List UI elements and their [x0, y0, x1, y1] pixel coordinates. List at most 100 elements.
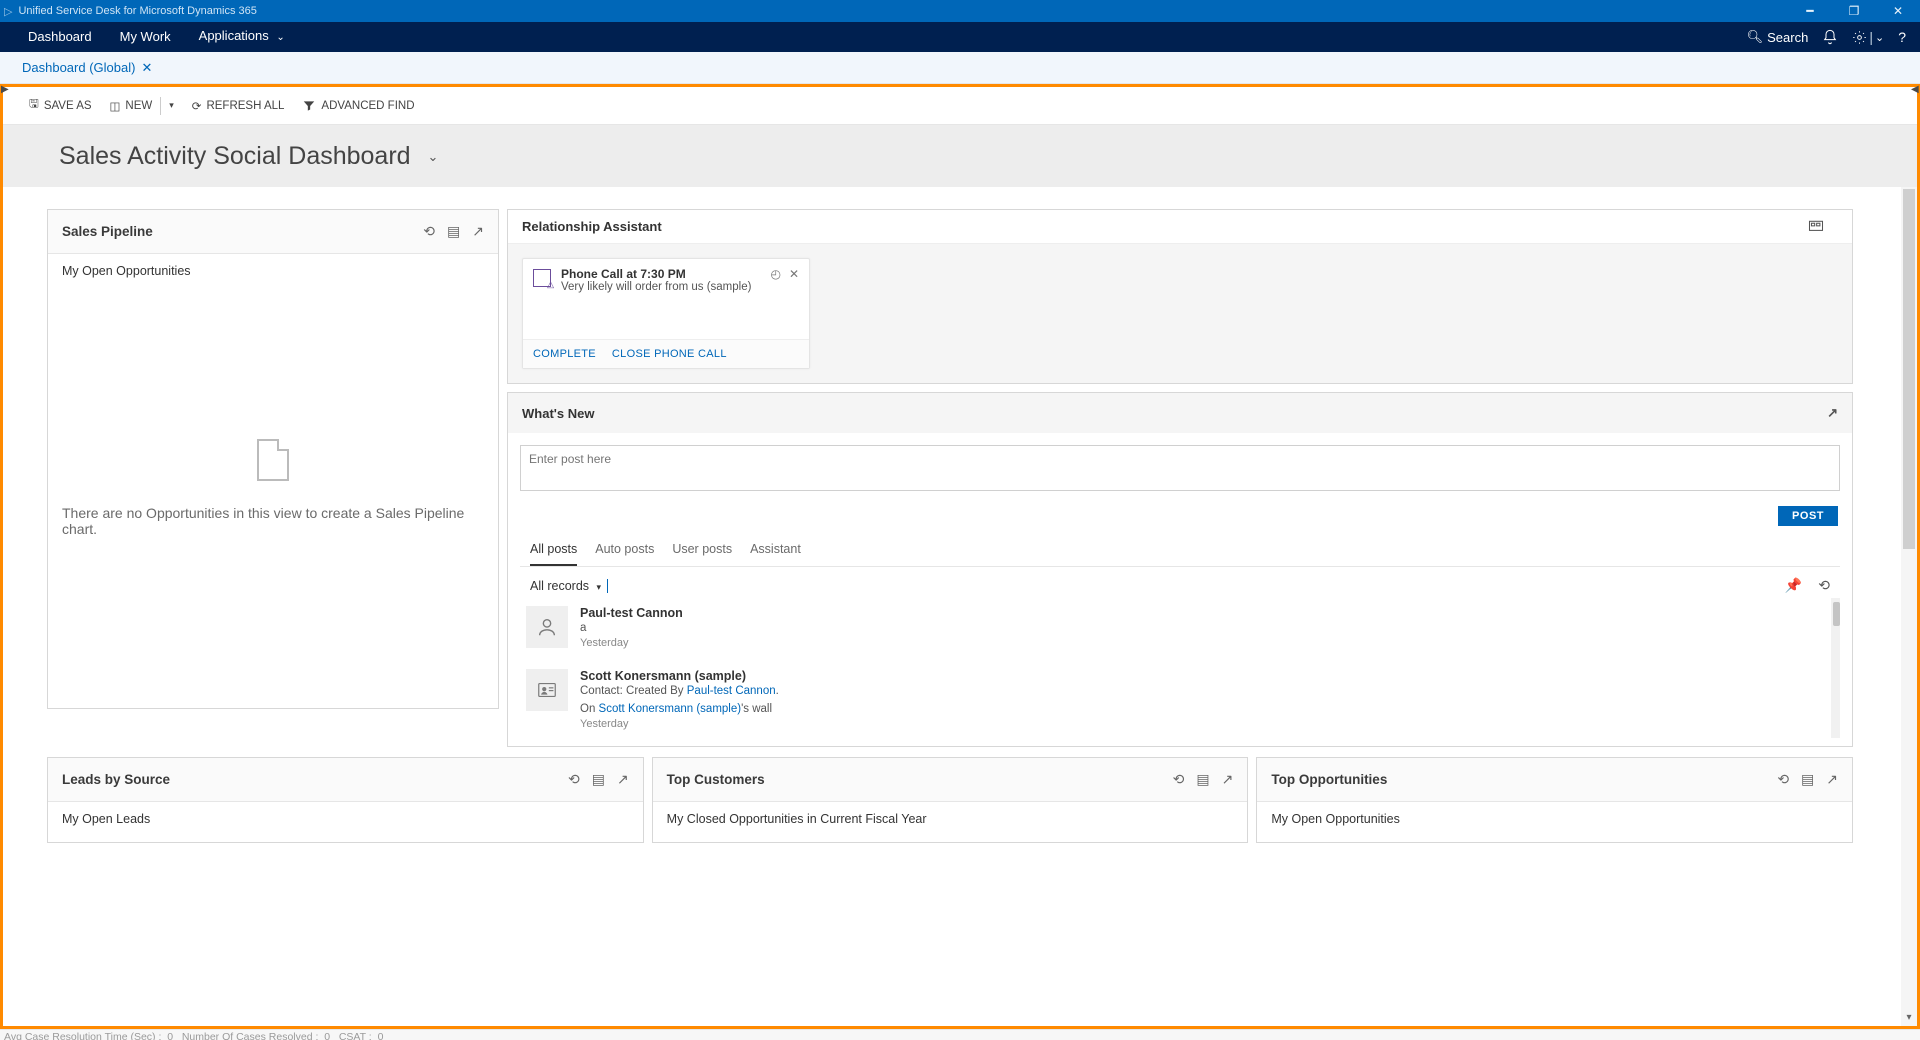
post-body: Contact: Created By Paul-test Cannon. On… — [580, 683, 779, 718]
customers-subtitle: My Closed Opportunities in Current Fisca… — [667, 812, 927, 826]
post-time: Yesterday — [580, 718, 779, 730]
close-phone-call-link[interactable]: CLOSE PHONE CALL — [612, 348, 727, 360]
refresh-icon[interactable]: ⟲ — [1818, 577, 1830, 594]
nav-applications[interactable]: Applications ⌄ — [185, 21, 299, 53]
pipeline-empty-message: There are no Opportunities in this view … — [62, 505, 484, 537]
help-icon[interactable]: ? — [1898, 29, 1906, 45]
tab-all-posts[interactable]: All posts — [530, 536, 577, 566]
post-time: Yesterday — [580, 637, 683, 649]
main-nav: Dashboard My Work Applications ⌄ 🔍︎ Sear… — [0, 22, 1920, 52]
pin-icon[interactable]: 📌 — [1785, 577, 1802, 594]
post-body: a — [580, 620, 683, 637]
advanced-find-label: ADVANCED FIND — [321, 100, 414, 112]
post-input[interactable] — [520, 445, 1840, 491]
expand-right-icon[interactable]: ◀ — [1911, 84, 1919, 95]
post-button[interactable]: POST — [1778, 506, 1838, 526]
post-link-creator[interactable]: Paul-test Cannon — [687, 685, 776, 697]
refresh-icon: ⟳ — [192, 99, 202, 113]
window-close-button[interactable]: ✕ — [1876, 0, 1920, 22]
ra-expand-icon[interactable] — [1808, 220, 1838, 233]
dashboard-toolbar: 🖫 SAVE AS ◫ NEW ▾ ⟳ REFRESH ALL ADVANCED… — [3, 87, 1917, 125]
contact-card-icon — [526, 669, 568, 711]
text-cursor — [607, 579, 608, 593]
tab-auto-posts[interactable]: Auto posts — [595, 536, 654, 566]
search-icon: 🔍︎ — [1747, 29, 1764, 45]
nav-my-work[interactable]: My Work — [106, 22, 185, 52]
advanced-find-icon — [302, 99, 316, 113]
enlarge-icon[interactable]: ↗ — [617, 771, 629, 788]
tab-dashboard-global[interactable]: Dashboard (Global) ✕ — [14, 52, 160, 84]
page-title-text: Sales Activity Social Dashboard — [59, 142, 411, 170]
status-num-value: 0 — [324, 1031, 330, 1040]
leads-by-source-panel: Leads by Source ⟲ ▤ ↗ My Open Leads — [47, 757, 644, 843]
enlarge-icon[interactable]: ↗ — [1826, 771, 1838, 788]
chevron-down-icon: ⌄ — [428, 149, 439, 164]
scrollbar-thumb[interactable] — [1833, 602, 1840, 626]
opportunities-subtitle: My Open Opportunities — [1271, 812, 1400, 826]
search-label: Search — [1767, 30, 1808, 45]
view-records-icon[interactable]: ▤ — [1801, 771, 1814, 788]
tab-user-posts[interactable]: User posts — [672, 536, 732, 566]
pipeline-subtitle: My Open Opportunities — [62, 264, 484, 278]
enlarge-icon[interactable]: ↗ — [1827, 405, 1838, 421]
nav-applications-label: Applications — [199, 28, 269, 43]
search-button[interactable]: 🔍︎ Search — [1747, 29, 1809, 45]
post-author[interactable]: Paul-test Cannon — [580, 606, 683, 620]
refresh-icon[interactable]: ⟲ — [1173, 771, 1185, 788]
view-records-icon[interactable]: ▤ — [447, 223, 460, 240]
settings-icon[interactable]: | ⌄ — [1852, 29, 1884, 45]
snooze-icon[interactable]: ◴ — [770, 267, 780, 331]
page-title-bar: Sales Activity Social Dashboard ⌄ — [3, 125, 1917, 187]
save-as-button[interactable]: 🖫 SAVE AS — [29, 96, 92, 115]
enlarge-icon[interactable]: ↗ — [1222, 771, 1234, 788]
new-button[interactable]: ◫ NEW — [110, 99, 153, 113]
window-title: Unified Service Desk for Microsoft Dynam… — [18, 5, 256, 17]
window-title-bar: ▷ Unified Service Desk for Microsoft Dyn… — [0, 0, 1920, 22]
whats-new-title: What's New — [522, 406, 594, 421]
opportunities-title: Top Opportunities — [1271, 772, 1387, 787]
save-as-label: SAVE AS — [44, 100, 92, 112]
scroll-down-icon[interactable]: ▾ — [1903, 1012, 1915, 1024]
records-filter[interactable]: All records ▾ — [530, 579, 601, 593]
leads-title: Leads by Source — [62, 772, 170, 787]
view-records-icon[interactable]: ▤ — [592, 771, 605, 788]
user-avatar-icon — [526, 606, 568, 648]
view-records-icon[interactable]: ▤ — [1196, 771, 1209, 788]
posts-scrollbar[interactable] — [1831, 598, 1840, 738]
refresh-all-button[interactable]: ⟳ REFRESH ALL — [192, 99, 285, 113]
nav-dashboard[interactable]: Dashboard — [14, 22, 106, 52]
window-minimize-button[interactable]: ━ — [1788, 0, 1832, 22]
dashboard-selector[interactable]: Sales Activity Social Dashboard ⌄ — [59, 142, 438, 171]
status-bar: Avg Case Resolution Time (Sec) : 0 Numbe… — [0, 1029, 1920, 1040]
advanced-find-button[interactable]: ADVANCED FIND — [302, 99, 414, 113]
complete-link[interactable]: COMPLETE — [533, 348, 596, 360]
enlarge-icon[interactable]: ↗ — [472, 223, 484, 240]
scrollbar-thumb[interactable] — [1903, 189, 1915, 549]
refresh-icon[interactable]: ⟲ — [423, 223, 435, 240]
whats-new-panel: What's New ↗ POST All posts Auto posts U… — [507, 392, 1853, 747]
relationship-assistant-panel: Relationship Assistant Phone Call at 7:3… — [507, 209, 1853, 384]
refresh-icon[interactable]: ⟲ — [568, 771, 580, 788]
dashboard-body: ▾ Sales Pipeline ⟲ ▤ ↗ My Open Opportuni — [3, 187, 1917, 1026]
status-csat-value: 0 — [378, 1031, 384, 1040]
status-avg-value: 0 — [167, 1031, 173, 1040]
notifications-icon[interactable] — [1822, 29, 1838, 45]
empty-document-icon — [257, 439, 289, 481]
calendar-activity-icon — [533, 269, 551, 287]
vertical-scrollbar[interactable]: ▾ — [1901, 187, 1917, 1026]
tab-assistant[interactable]: Assistant — [750, 536, 801, 566]
window-maximize-button[interactable]: ❐ — [1832, 0, 1876, 22]
assistant-card[interactable]: Phone Call at 7:30 PM Very likely will o… — [522, 258, 810, 369]
refresh-label: REFRESH ALL — [206, 100, 284, 112]
tab-close-icon[interactable]: ✕ — [141, 52, 152, 84]
refresh-icon[interactable]: ⟲ — [1777, 771, 1789, 788]
post-author[interactable]: Scott Konersmann (sample) — [580, 669, 779, 683]
post-item: Paul-test Cannon a Yesterday — [520, 598, 1840, 661]
top-opportunities-panel: Top Opportunities ⟲ ▤ ↗ My Open Opportun… — [1256, 757, 1853, 843]
post-link-wall[interactable]: Scott Konersmann (sample) — [599, 703, 742, 715]
expand-left-icon[interactable]: ▶ — [1, 84, 9, 95]
chevron-down-icon: ⌄ — [1875, 31, 1884, 44]
dismiss-icon[interactable]: ✕ — [789, 267, 799, 331]
new-dropdown-icon[interactable]: ▾ — [169, 100, 174, 111]
chevron-down-icon: ▾ — [597, 582, 602, 592]
